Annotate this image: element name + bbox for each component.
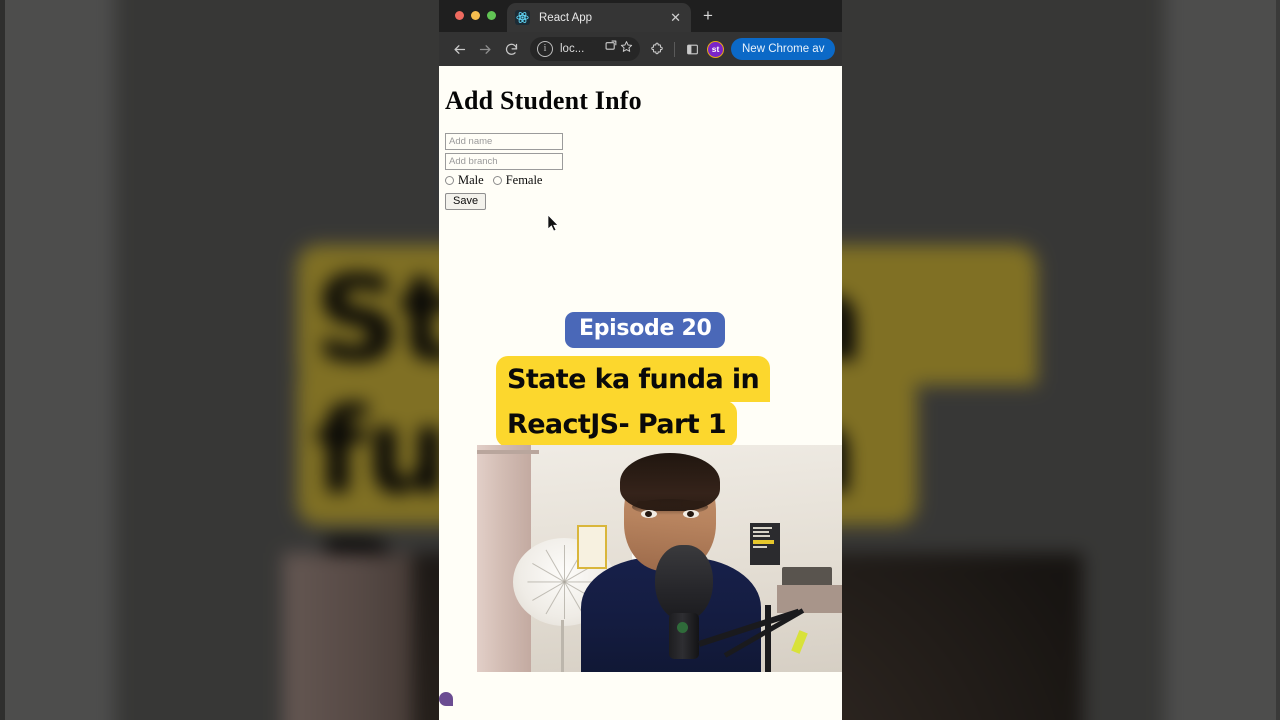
wall-poster-dark	[750, 523, 780, 565]
radio-female-label: Female	[505, 173, 543, 187]
video-title-block: State ka funda in ReactJS- Part 1	[496, 356, 796, 447]
puzzle-extensions-icon[interactable]	[644, 36, 670, 62]
episode-badge: Episode 20	[565, 312, 726, 348]
student-info-form: Male Female Save	[445, 133, 842, 210]
radio-male[interactable]	[445, 176, 454, 185]
right-edge-strip	[1276, 0, 1280, 720]
wall-poster-yellow-frame	[577, 525, 607, 569]
webcam-video-overlay	[477, 445, 842, 672]
new-tab-button[interactable]: +	[699, 7, 717, 25]
radio-female[interactable]	[492, 176, 502, 185]
name-input[interactable]	[445, 133, 563, 150]
react-atom-icon	[515, 10, 530, 25]
mouse-pointer-icon	[547, 214, 560, 233]
address-bar-url: loc...	[560, 43, 585, 55]
save-button[interactable]: Save	[445, 193, 487, 210]
web-page-content: Add Student Info Male Female Save	[439, 66, 842, 720]
reload-icon[interactable]	[498, 36, 524, 62]
gender-radio-group: Male Female	[445, 173, 842, 188]
branch-input[interactable]	[445, 153, 563, 170]
star-icon[interactable]	[620, 40, 633, 58]
chrome-update-button[interactable]: New Chrome av	[731, 38, 836, 60]
address-bar[interactable]: i loc...	[530, 37, 640, 61]
window-close-button[interactable]	[455, 11, 464, 20]
title-line-1: State ka funda in	[496, 356, 771, 402]
title-line-2: ReactJS- Part 1	[496, 401, 738, 447]
arrow-forward-icon[interactable]	[472, 36, 498, 62]
toolbar-divider	[674, 41, 675, 57]
screenshot-root: State ka funda inReactJS- Part 1	[0, 0, 1280, 720]
purple-corner-artifact	[439, 692, 453, 706]
window-minimize-button[interactable]	[471, 11, 480, 20]
left-edge-strip	[0, 0, 5, 720]
page-title: Add Student Info	[445, 86, 642, 115]
profile-avatar[interactable]: st	[707, 40, 724, 58]
foreground-capture: React App ✕ + i loc... st New Chrome av …	[439, 0, 842, 720]
side-panel-icon[interactable]	[679, 36, 705, 62]
browser-tab-react-app[interactable]: React App ✕	[507, 3, 691, 32]
browser-window-chrome: React App ✕ + i loc... st New Chrome av	[439, 0, 842, 66]
browser-toolbar: i loc... st New Chrome av	[439, 32, 842, 66]
close-icon[interactable]: ✕	[668, 11, 683, 24]
tab-strip: React App ✕ +	[439, 0, 842, 32]
radio-male-label: Male	[458, 173, 484, 187]
arrow-back-icon[interactable]	[446, 36, 472, 62]
tab-title-label: React App	[539, 11, 593, 24]
cast-icon[interactable]	[605, 40, 618, 58]
window-maximize-button[interactable]	[487, 11, 496, 20]
microphone-windscreen	[655, 545, 713, 621]
site-info-icon[interactable]: i	[537, 41, 553, 57]
